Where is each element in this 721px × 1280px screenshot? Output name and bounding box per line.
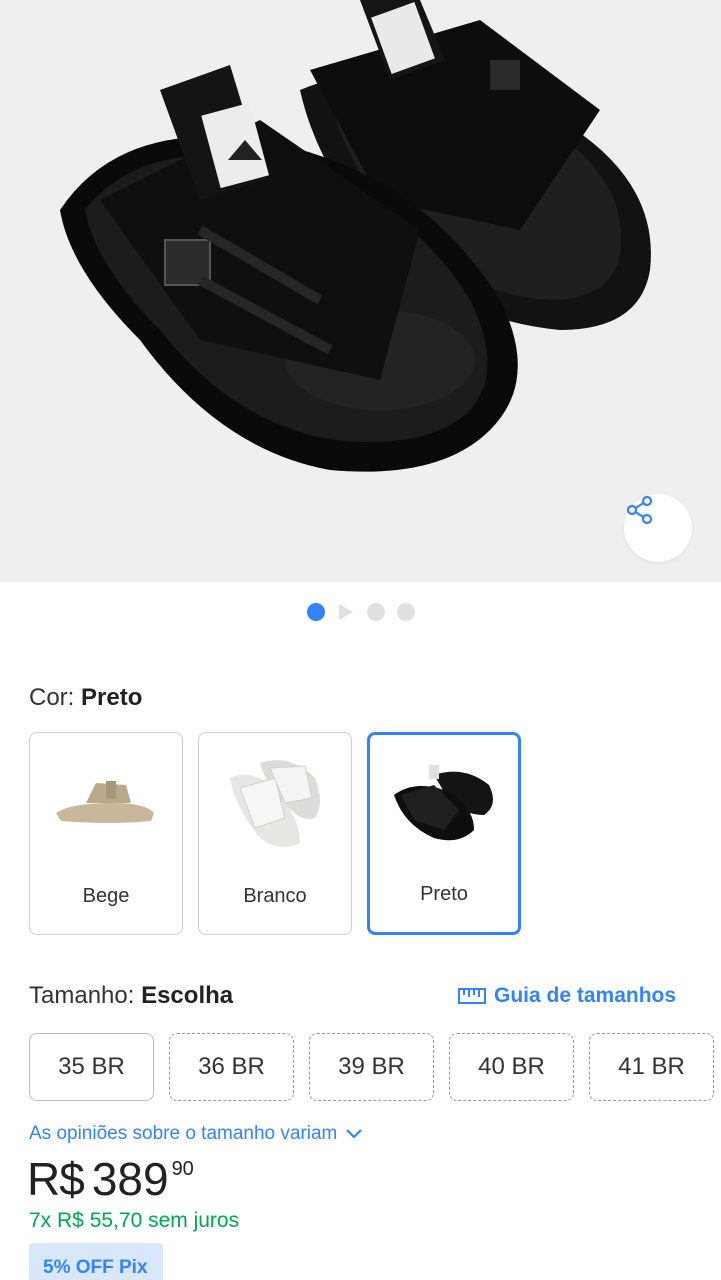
size-guide-label: Guia de tamanhos xyxy=(494,984,677,1007)
size-option-35[interactable]: 35 BR xyxy=(29,1033,154,1101)
size-option-40[interactable]: 40 BR xyxy=(449,1033,574,1101)
price-cents: 90 xyxy=(171,1158,194,1180)
ruler-icon xyxy=(458,988,486,1004)
chevron-down-icon xyxy=(346,1129,363,1139)
product-image[interactable] xyxy=(0,0,721,582)
color-options: Bege Branco Preto xyxy=(29,732,521,935)
price: R$ 389 90 xyxy=(27,1152,194,1206)
color-label-prefix: Cor: xyxy=(29,684,82,711)
size-selected-value: Escolha xyxy=(141,982,234,1009)
price-currency: R$ xyxy=(27,1153,85,1205)
carousel-dot-active[interactable] xyxy=(306,603,325,621)
share-button[interactable] xyxy=(624,494,692,562)
pix-discount-badge: 5% OFF Pix xyxy=(29,1243,163,1280)
sandal-thumbnail-icon xyxy=(230,760,320,847)
carousel-dot[interactable] xyxy=(366,603,385,621)
sandal-photo xyxy=(60,0,651,472)
price-integer: 389 xyxy=(91,1153,169,1205)
size-opinions-text: As opiniões sobre o tamanho variam xyxy=(29,1123,338,1144)
size-opinions-toggle[interactable]: As opiniões sobre o tamanho variam xyxy=(29,1123,363,1145)
carousel-dot[interactable] xyxy=(396,603,415,621)
color-thumb-branco xyxy=(199,733,351,873)
color-option-label: Bege xyxy=(82,885,130,907)
color-option-label: Preto xyxy=(420,883,468,905)
color-thumb-preto xyxy=(370,735,518,875)
color-option-label: Branco xyxy=(243,885,307,907)
play-icon xyxy=(338,604,353,620)
share-icon xyxy=(626,495,653,525)
color-label: Cor: Preto xyxy=(29,684,142,712)
color-thumb-bege xyxy=(30,733,182,873)
size-label: Tamanho: Escolha xyxy=(29,982,233,1010)
carousel-video-indicator[interactable] xyxy=(337,603,355,621)
color-option-bege[interactable]: Bege xyxy=(29,732,183,935)
size-guide-link[interactable]: Guia de tamanhos xyxy=(458,984,676,1008)
color-selected-value: Preto xyxy=(81,684,143,711)
size-label-prefix: Tamanho: xyxy=(29,982,142,1009)
sandal-thumbnail-icon xyxy=(394,765,493,841)
color-option-branco[interactable]: Branco xyxy=(198,732,352,935)
size-option-39[interactable]: 39 BR xyxy=(309,1033,434,1101)
size-option-41[interactable]: 41 BR xyxy=(589,1033,714,1101)
color-option-preto[interactable]: Preto xyxy=(367,732,521,935)
sandal-thumbnail-icon xyxy=(56,781,154,823)
installments-info: 7x R$ 55,70 sem juros xyxy=(29,1209,240,1232)
size-option-36[interactable]: 36 BR xyxy=(169,1033,294,1101)
carousel-indicators xyxy=(0,603,721,621)
size-options: 35 BR 36 BR 39 BR 40 BR 41 BR xyxy=(29,1033,714,1101)
